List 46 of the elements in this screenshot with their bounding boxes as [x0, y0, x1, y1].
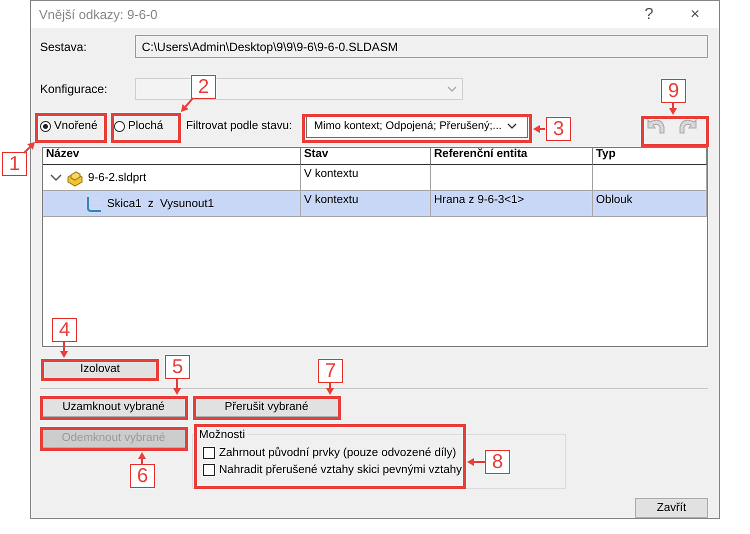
table-row[interactable]: Skica1 z Vysunout1 V kontextu Hrana z 9-6-3<1> Oblouk	[43, 191, 707, 217]
part-name: 9-6-2.sldprt	[88, 172, 146, 184]
chevron-down-icon	[506, 122, 517, 130]
window-title: Vnější odkazy: 9-6-0	[39, 7, 159, 22]
callout-number: 5	[165, 355, 190, 379]
callout-number: 9	[661, 79, 686, 103]
field-label: Konfigurace:	[40, 82, 108, 96]
highlight-frame	[111, 113, 181, 143]
callout-arrow	[669, 103, 677, 115]
callout-arrow	[173, 379, 181, 395]
help-button[interactable]: ?	[627, 6, 671, 24]
close-dialog-button[interactable]: Zavřít	[635, 498, 708, 518]
table-cell: Hrana z 9-6-3<1>	[431, 191, 593, 217]
callout-number: 8	[485, 450, 510, 474]
callout-number: 1	[2, 152, 27, 176]
callout-number: 6	[130, 464, 155, 488]
callout-number: 4	[52, 318, 77, 342]
chevron-down-icon[interactable]	[50, 172, 62, 182]
callout-arrow	[533, 125, 545, 133]
column-header[interactable]: Stav	[301, 148, 431, 165]
filter-label: Filtrovat podle stavu:	[186, 120, 294, 132]
callout-arrow	[138, 452, 146, 464]
highlight-frame	[35, 113, 107, 143]
highlight-frame	[641, 116, 709, 147]
assembly-path-field[interactable]: C:\Users\Admin\Desktop\9\9\9-6\9-6-0.SLDASM	[134, 35, 708, 58]
callout-arrow	[60, 342, 68, 358]
radio-option[interactable]: Vnořené	[40, 120, 104, 132]
part-name: Skica1 z Vysunout1	[107, 198, 214, 210]
column-header[interactable]: Referenční entita	[431, 148, 593, 165]
group-title: Možnosti	[197, 429, 248, 441]
field-label: Sestava:	[40, 40, 88, 54]
column-header[interactable]: Název	[43, 148, 301, 165]
callout-arrow	[467, 458, 485, 466]
callout-number: 2	[191, 75, 216, 99]
callout-number: 3	[546, 117, 571, 141]
close-button[interactable]: ×	[673, 6, 717, 24]
callout-number: 7	[318, 359, 343, 383]
table-cell: Oblouk	[593, 191, 707, 217]
table-cell: V kontextu	[301, 191, 431, 217]
callout-arrow	[326, 383, 334, 395]
sketch-icon	[85, 194, 103, 212]
chevron-down-icon	[447, 85, 457, 93]
callout-arrow	[23, 142, 35, 154]
column-header[interactable]: Typ	[593, 148, 707, 165]
callout-arrow	[181, 97, 194, 112]
radio-option[interactable]: Plochá	[114, 120, 178, 132]
